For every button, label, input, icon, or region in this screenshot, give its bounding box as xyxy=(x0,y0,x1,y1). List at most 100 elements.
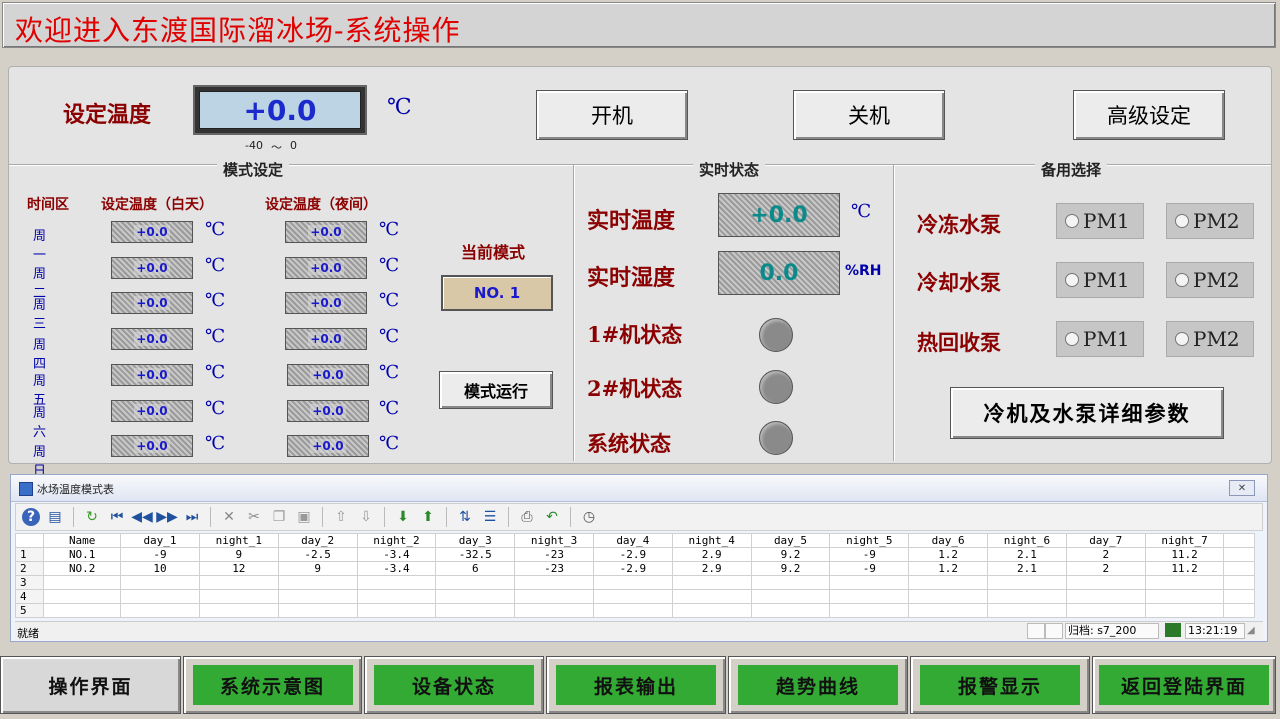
table-cell[interactable]: -3.4 xyxy=(356,547,437,562)
table-row[interactable]: 1 NO.1 -9 9 -2.5 -3.4 -32.5 -23 -2.9 2.9 9.2 -9 1.2 2… xyxy=(14,547,1255,562)
column-header[interactable]: day_7 xyxy=(1065,533,1146,548)
table-row[interactable]: 4 xyxy=(14,589,1255,604)
night-temp-input[interactable]: +0.0 xyxy=(285,221,367,243)
form-icon[interactable]: ▤ xyxy=(45,507,65,527)
resize-grip-icon[interactable]: ◢ xyxy=(1247,625,1255,636)
table-cell[interactable] xyxy=(120,575,200,590)
undo-icon[interactable]: ↶ xyxy=(542,507,562,527)
table-cell[interactable] xyxy=(43,575,122,590)
table-cell[interactable] xyxy=(1144,603,1225,618)
table-cell[interactable] xyxy=(356,575,437,590)
last-record-icon[interactable]: ⏭ xyxy=(182,507,202,527)
chilled-pump-pm1-option[interactable]: PM1 xyxy=(1056,203,1144,239)
table-cell[interactable] xyxy=(120,589,200,604)
table-cell[interactable] xyxy=(514,589,594,604)
table-cell[interactable]: -9 xyxy=(829,547,910,562)
night-temp-input[interactable]: +0.0 xyxy=(285,328,367,350)
table-cell[interactable] xyxy=(671,575,752,590)
cooling-pump-pm2-option[interactable]: PM2 xyxy=(1166,262,1254,298)
table-cell[interactable]: 10 xyxy=(120,561,200,576)
day-temp-input[interactable]: +0.0 xyxy=(111,400,193,422)
table-cell[interactable]: 1.2 xyxy=(908,547,989,562)
first-record-icon[interactable]: ⏮ xyxy=(107,507,127,527)
night-temp-input[interactable]: +0.0 xyxy=(287,435,369,457)
table-cell[interactable] xyxy=(750,589,831,604)
move-up-icon[interactable]: ⇧ xyxy=(331,507,351,527)
nav-device-status[interactable]: 设备状态 xyxy=(364,656,544,714)
table-cell[interactable] xyxy=(671,589,752,604)
table-cell[interactable] xyxy=(908,589,989,604)
table-row[interactable]: 2 NO.2 10 12 9 -3.4 6 -23 -2.9 2.9 9.2 -9 1.2 2.1 2 11.… xyxy=(14,561,1255,576)
night-temp-input[interactable]: +0.0 xyxy=(287,364,369,386)
setpoint-input[interactable]: +0.0 xyxy=(199,91,361,129)
column-header[interactable]: day_1 xyxy=(120,533,200,548)
print-icon[interactable]: ⎙ xyxy=(517,507,537,527)
table-cell[interactable]: 2 xyxy=(1065,547,1146,562)
close-icon[interactable]: ✕ xyxy=(1229,480,1255,496)
table-cell[interactable] xyxy=(592,589,673,604)
day-temp-input[interactable]: +0.0 xyxy=(111,328,193,350)
column-header[interactable]: day_5 xyxy=(750,533,831,548)
column-header[interactable]: day_6 xyxy=(908,533,989,548)
night-temp-input[interactable]: +0.0 xyxy=(285,292,367,314)
import-icon[interactable]: ⬇ xyxy=(393,507,413,527)
column-header[interactable]: night_3 xyxy=(514,533,594,548)
table-cell[interactable]: 9.2 xyxy=(750,561,831,576)
table-cell[interactable]: 9 xyxy=(198,547,279,562)
table-cell[interactable]: -3.4 xyxy=(356,561,437,576)
table-cell[interactable] xyxy=(277,589,358,604)
table-cell[interactable] xyxy=(987,603,1067,618)
table-cell[interactable]: -2.9 xyxy=(592,547,673,562)
mode-run-button[interactable]: 模式运行 xyxy=(439,371,553,409)
stop-button[interactable]: 关机 xyxy=(793,90,945,140)
table-cell[interactable] xyxy=(1065,589,1146,604)
table-cell[interactable] xyxy=(592,575,673,590)
table-cell[interactable]: 11.2 xyxy=(1144,547,1225,562)
table-cell[interactable] xyxy=(1065,575,1146,590)
table-cell[interactable] xyxy=(750,603,831,618)
table-cell[interactable]: -9 xyxy=(829,561,910,576)
day-temp-input[interactable]: +0.0 xyxy=(111,257,193,279)
table-cell[interactable] xyxy=(908,575,989,590)
table-cell[interactable] xyxy=(435,575,516,590)
table-cell[interactable]: NO.2 xyxy=(43,561,122,576)
table-cell[interactable]: 2.9 xyxy=(671,561,752,576)
move-down-icon[interactable]: ⇩ xyxy=(356,507,376,527)
table-cell[interactable]: -2.5 xyxy=(277,547,358,562)
table-cell[interactable] xyxy=(829,603,910,618)
table-cell[interactable] xyxy=(43,589,122,604)
table-cell[interactable] xyxy=(671,603,752,618)
table-cell[interactable]: -32.5 xyxy=(435,547,516,562)
table-cell[interactable]: -23 xyxy=(514,561,594,576)
start-button[interactable]: 开机 xyxy=(536,90,688,140)
cut-icon[interactable]: ✂ xyxy=(244,507,264,527)
table-cell[interactable] xyxy=(514,603,594,618)
table-cell[interactable] xyxy=(750,575,831,590)
table-cell[interactable] xyxy=(435,603,516,618)
table-cell[interactable]: 2 xyxy=(1065,561,1146,576)
column-header[interactable]: night_2 xyxy=(356,533,437,548)
table-cell[interactable] xyxy=(356,603,437,618)
table-cell[interactable] xyxy=(1144,589,1225,604)
export-icon[interactable]: ⬆ xyxy=(418,507,438,527)
chiller-pump-details-button[interactable]: 冷机及水泵详细参数 xyxy=(950,387,1224,439)
nav-alarm-display[interactable]: 报警显示 xyxy=(910,656,1090,714)
table-row[interactable]: 5 xyxy=(14,603,1255,618)
column-header[interactable]: day_3 xyxy=(435,533,516,548)
table-cell[interactable]: -23 xyxy=(514,547,594,562)
heat-recovery-pump-pm2-option[interactable]: PM2 xyxy=(1166,321,1254,357)
chilled-pump-pm2-option[interactable]: PM2 xyxy=(1166,203,1254,239)
refresh-icon[interactable]: ↻ xyxy=(82,507,102,527)
table-cell[interactable]: 2.9 xyxy=(671,547,752,562)
help-icon[interactable]: ? xyxy=(22,508,40,526)
table-cell[interactable] xyxy=(514,575,594,590)
day-temp-input[interactable]: +0.0 xyxy=(111,292,193,314)
column-header[interactable]: night_1 xyxy=(198,533,279,548)
table-cell[interactable]: 9.2 xyxy=(750,547,831,562)
table-cell[interactable] xyxy=(277,575,358,590)
table-cell[interactable]: -2.9 xyxy=(592,561,673,576)
table-cell[interactable]: 2.1 xyxy=(987,547,1067,562)
table-cell[interactable] xyxy=(908,603,989,618)
column-header[interactable]: day_2 xyxy=(277,533,358,548)
table-cell[interactable] xyxy=(198,575,279,590)
